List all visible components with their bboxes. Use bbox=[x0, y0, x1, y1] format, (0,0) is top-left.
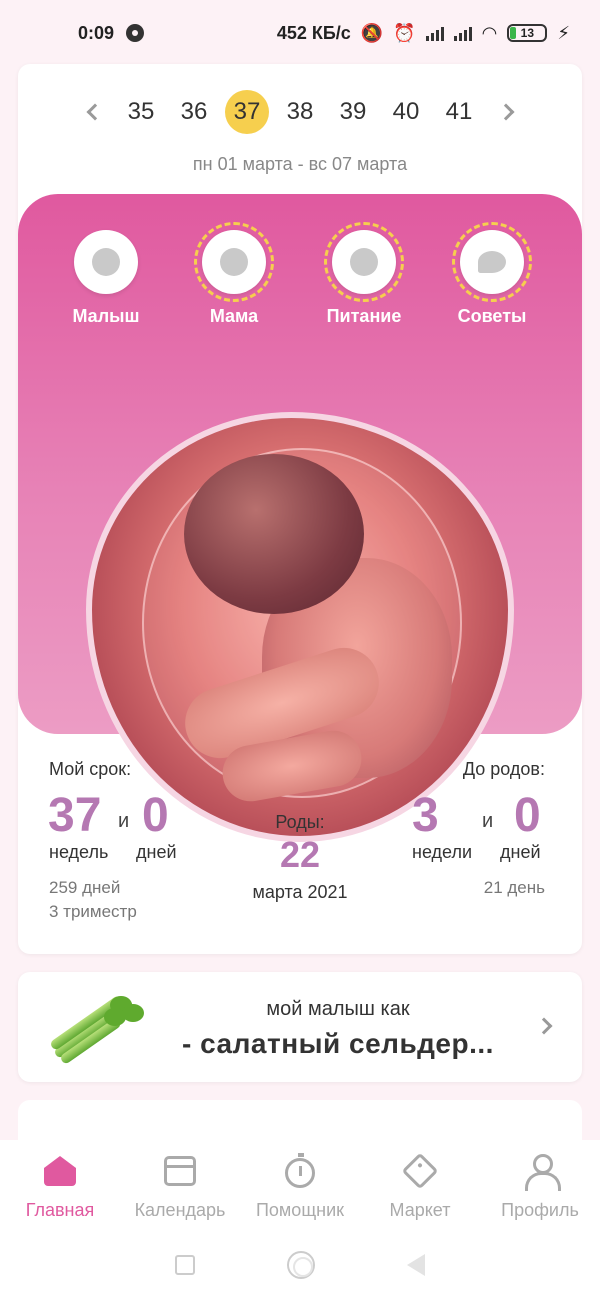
my-term-label: Мой срок: bbox=[49, 759, 132, 779]
nav-calendar[interactable]: Календарь bbox=[120, 1140, 240, 1230]
category-mom-button[interactable]: Мама bbox=[194, 222, 274, 327]
network-speed: 452 КБ/с bbox=[276, 22, 351, 43]
back-button[interactable] bbox=[407, 1253, 425, 1276]
week-selector: 35 36 37 38 39 40 41 bbox=[18, 88, 582, 136]
term-total-days: 259 дней bbox=[49, 878, 121, 897]
pregnancy-card: 35 36 37 38 39 40 41 пн 01 марта - вс 07… bbox=[18, 64, 582, 954]
category-label: Советы bbox=[457, 306, 527, 326]
week-38[interactable]: 38 bbox=[274, 90, 327, 134]
user-icon bbox=[523, 1154, 561, 1191]
battery-level: 13 bbox=[520, 26, 535, 40]
timer-icon bbox=[283, 1153, 317, 1188]
term-trimester: 3 триместр bbox=[49, 902, 137, 921]
nav-label: Маркет bbox=[389, 1200, 451, 1220]
nav-label: Профиль bbox=[501, 1200, 579, 1220]
home-icon bbox=[43, 1154, 77, 1188]
week-date-range: пн 01 марта - вс 07 марта bbox=[192, 154, 408, 174]
nav-label: Главная bbox=[25, 1200, 95, 1220]
category-nutrition-button[interactable]: Питание bbox=[324, 222, 404, 327]
until-total-days: 21 день bbox=[483, 878, 545, 897]
recent-apps-button[interactable] bbox=[175, 1254, 195, 1275]
term-days-unit: дней bbox=[136, 842, 177, 862]
category-label: Мама bbox=[209, 306, 259, 326]
category-label: Малыш bbox=[72, 306, 140, 326]
term-days-value: 0 bbox=[142, 789, 169, 842]
until-days-unit: дней bbox=[500, 842, 541, 862]
chevron-right-icon bbox=[497, 103, 514, 121]
chat-bubble-icon bbox=[460, 230, 524, 294]
category-baby-button[interactable]: Малыш bbox=[66, 230, 146, 327]
nav-label: Помощник bbox=[255, 1200, 344, 1220]
birth-month-year: марта 2021 bbox=[252, 882, 348, 902]
week-36[interactable]: 36 bbox=[168, 90, 221, 134]
battery-icon: 13 bbox=[507, 24, 548, 42]
category-label: Питание bbox=[326, 306, 402, 326]
apple-icon bbox=[332, 230, 396, 294]
week-41[interactable]: 41 bbox=[433, 90, 486, 134]
baby-icon bbox=[74, 230, 138, 294]
prev-week-button[interactable] bbox=[75, 92, 115, 132]
status-right: 452 КБ/с 🔕 ⏰ ◠ 13 ⚡ bbox=[277, 23, 570, 44]
alarm-icon: ⏰ bbox=[393, 22, 416, 43]
mute-notifications-icon: 🔕 bbox=[360, 22, 384, 43]
nav-profile[interactable]: Профиль bbox=[480, 1140, 600, 1230]
term-weeks-unit: недель bbox=[49, 842, 109, 862]
status-time: 0:09 bbox=[78, 22, 115, 43]
home-system-button[interactable] bbox=[287, 1250, 315, 1279]
gear-icon bbox=[126, 24, 145, 42]
bottom-navigation: Главная Календарь Помощник Маркет Профил… bbox=[0, 1140, 600, 1230]
term-and: и bbox=[118, 810, 130, 832]
size-title: - салатный сельдер... bbox=[182, 1028, 494, 1059]
week-40[interactable]: 40 bbox=[380, 90, 433, 134]
signal-4g-icon bbox=[425, 25, 444, 41]
until-days-value: 0 bbox=[514, 789, 541, 842]
nav-home[interactable]: Главная bbox=[0, 1140, 120, 1230]
signal-icon bbox=[453, 25, 472, 41]
until-birth-label: До родов: bbox=[462, 759, 545, 779]
hero-panel: Малыш Мама Питание Советы bbox=[18, 194, 582, 842]
celery-image bbox=[48, 994, 144, 1066]
baby-size-card[interactable]: мой малыш как - салатный сельдер... bbox=[18, 972, 582, 1082]
nav-market[interactable]: Маркет bbox=[360, 1140, 480, 1230]
birth-day: 22 bbox=[279, 834, 321, 875]
term-weeks-value: 37 bbox=[48, 789, 102, 842]
week-37-selected[interactable]: 37 bbox=[225, 90, 269, 134]
charging-icon: ⚡ bbox=[557, 22, 570, 43]
term-summary: Мой срок: 37 и 0 недель дней 259 дней 3 … bbox=[18, 754, 582, 954]
week-35[interactable]: 35 bbox=[115, 90, 168, 134]
birth-label: Роды: bbox=[275, 812, 325, 832]
until-weeks-unit: недели bbox=[412, 842, 473, 862]
chevron-right-icon bbox=[535, 1017, 553, 1035]
pregnant-woman-icon bbox=[202, 230, 266, 294]
next-week-button[interactable] bbox=[486, 92, 526, 132]
status-bar: 0:09 452 КБ/с 🔕 ⏰ ◠ 13 ⚡ bbox=[0, 0, 600, 66]
wifi-icon: ◠ bbox=[481, 22, 498, 43]
system-navigation-bar bbox=[0, 1230, 600, 1299]
nav-assistant[interactable]: Помощник bbox=[240, 1140, 360, 1230]
until-weeks-value: 3 bbox=[412, 789, 439, 842]
size-subtitle: мой малыш как bbox=[266, 998, 410, 1020]
until-and: и bbox=[482, 810, 494, 832]
tag-icon bbox=[401, 1152, 439, 1190]
week-39[interactable]: 39 bbox=[327, 90, 380, 134]
category-tips-button[interactable]: Советы bbox=[452, 222, 532, 327]
chevron-left-icon bbox=[86, 103, 103, 121]
nav-label: Календарь bbox=[134, 1200, 226, 1220]
calendar-icon bbox=[163, 1154, 197, 1188]
